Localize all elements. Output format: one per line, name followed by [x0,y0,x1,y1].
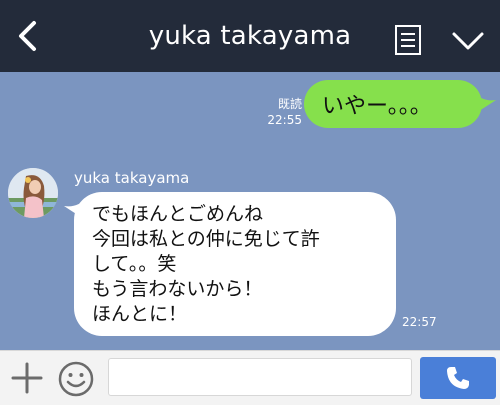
message-line: ほんとに！ [92,303,188,325]
message-line: して。。笑 [92,253,177,275]
sender-name: yuka takayama [74,169,190,187]
phone-icon [447,367,469,389]
chat-header: yuka takayama [0,0,500,72]
add-attachment-button[interactable] [10,361,44,395]
message-input-bar [0,350,500,405]
read-receipt: 既読 [277,97,302,111]
chevron-down-icon [452,32,484,50]
sent-timestamp: 22:55 [267,113,302,127]
sent-bubble: いやー。。。 [304,80,482,128]
menu-toggle-button[interactable] [450,26,486,56]
emoji-button[interactable] [56,359,96,399]
avatar[interactable] [8,168,58,218]
avatar-photo [8,168,58,218]
message-line: 今回は私との仲に免じて許 [92,228,320,250]
sent-message[interactable]: いやー。。。 [304,80,496,132]
notes-button[interactable] [392,24,424,56]
received-timestamp: 22:57 [402,315,437,329]
chat-area[interactable]: 既読 22:55 いやー。。。 yuka takayama でもほんとごめんね … [0,72,500,350]
received-message[interactable]: でもほんとごめんね 今回は私との仲に免じて許 して。。笑 もう言わないから！ ほ… [64,192,404,342]
chat-title: yuka takayama [148,21,352,51]
plus-icon [11,362,43,394]
message-input[interactable] [108,358,412,396]
message-line: もう言わないから！ [92,278,263,300]
sent-message-meta: 既読 22:55 [262,96,302,128]
received-bubble: でもほんとごめんね 今回は私との仲に免じて許 して。。笑 もう言わないから！ ほ… [74,192,396,336]
message-line: でもほんとごめんね [92,203,264,225]
notes-icon [395,25,421,55]
sent-message-text: いやー。。。 [322,94,432,119]
call-button[interactable] [420,357,496,399]
smiley-icon [58,361,94,397]
